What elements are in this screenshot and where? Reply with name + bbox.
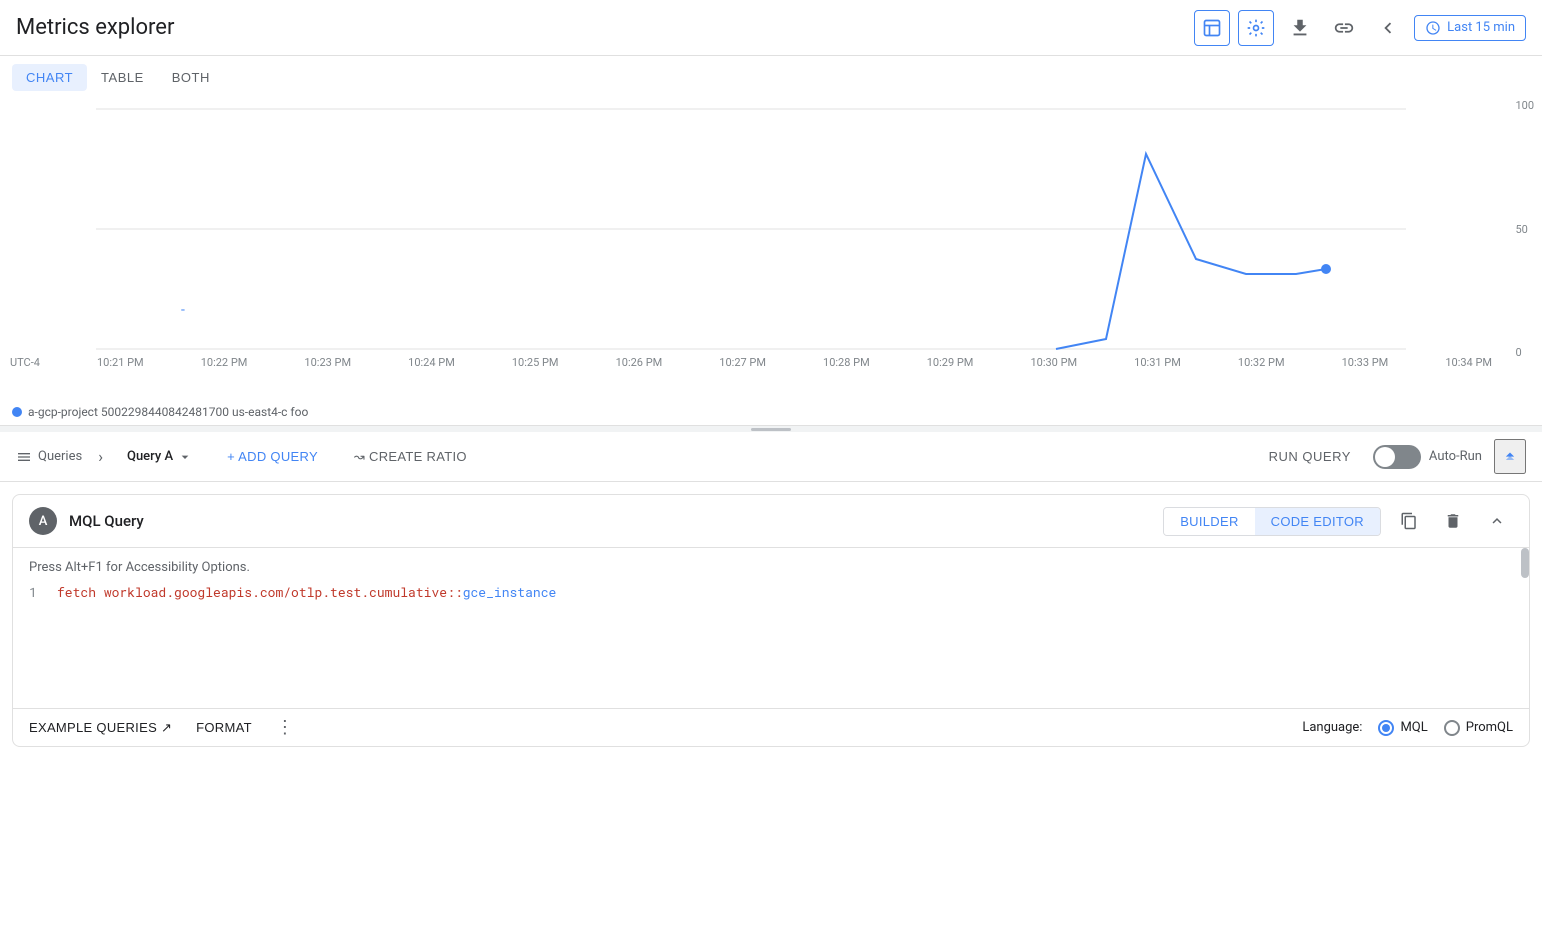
header-actions: Last 15 min (1194, 10, 1526, 46)
tab-table[interactable]: TABLE (87, 64, 158, 91)
time-range-selector[interactable]: Last 15 min (1414, 15, 1526, 41)
legend-label: a-gcp-project 5002298440842481700 us-eas… (28, 405, 308, 419)
code-line-1: 1 fetch workload.googleapis.com/otlp.tes… (29, 583, 1513, 601)
legend-color-dot (12, 407, 22, 417)
mql-radio-option[interactable]: MQL (1378, 720, 1427, 736)
run-query-button[interactable]: RUN QUERY (1259, 443, 1361, 470)
create-ratio-label: ↝ CREATE RATIO (354, 449, 467, 465)
auto-run-label: Auto-Run (1429, 449, 1482, 464)
query-dropdown-icon (177, 449, 193, 465)
language-selector: Language: MQL PromQL (1302, 720, 1513, 736)
query-selector[interactable]: Query A (119, 445, 201, 469)
editor-footer: EXAMPLE QUERIES ↗ FORMAT ⋮ Language: MQL… (13, 708, 1529, 746)
back-button[interactable] (1370, 10, 1406, 46)
add-query-label: + ADD QUERY (227, 449, 318, 464)
auto-run-toggle-container: Auto-Run (1373, 445, 1482, 469)
queries-right: RUN QUERY Auto-Run (1259, 439, 1526, 474)
mql-radio-button[interactable] (1378, 720, 1394, 736)
builder-view-button[interactable]: BUILDER (1164, 508, 1254, 535)
promql-radio-label: PromQL (1466, 720, 1513, 735)
code-double-colon: :: (447, 583, 463, 601)
chart-svg: - (0, 99, 1542, 359)
editor-title: MQL Query (69, 512, 144, 530)
query-name: Query A (127, 449, 173, 464)
view-tabs: CHART TABLE BOTH (0, 56, 1542, 99)
editor-body[interactable]: Press Alt+F1 for Accessibility Options. … (13, 548, 1529, 708)
toggle-thumb (1375, 447, 1395, 467)
download-button[interactable] (1282, 10, 1318, 46)
expand-view-button[interactable] (1194, 10, 1230, 46)
code-metric-name: workload.googleapis.com/otlp.test.cumula… (104, 583, 447, 601)
auto-run-toggle[interactable] (1373, 445, 1421, 469)
collapse-queries-button[interactable] (1494, 439, 1526, 474)
app-title: Metrics explorer (16, 15, 174, 40)
line-number-1: 1 (29, 583, 45, 601)
x-axis-labels: UTC-4 10:21 PM 10:22 PM 10:23 PM 10:24 P… (0, 356, 1502, 369)
code-fetch-keyword: fetch (57, 583, 104, 601)
delete-editor-button[interactable] (1437, 505, 1469, 537)
copy-editor-button[interactable] (1393, 505, 1425, 537)
mql-radio-label: MQL (1400, 720, 1427, 735)
resize-handle-bar (751, 428, 791, 431)
promql-radio-option[interactable]: PromQL (1444, 720, 1513, 736)
language-label: Language: (1302, 720, 1362, 735)
code-resource-type: gce_instance (463, 583, 557, 601)
example-queries-label: EXAMPLE QUERIES ↗ (29, 720, 172, 736)
promql-radio-button[interactable] (1444, 720, 1460, 736)
chart-canvas: 100 50 0 - UTC-4 10:21 PM 10:22 PM 10:23… (0, 99, 1542, 399)
code-editor-view-button[interactable]: CODE EDITOR (1255, 508, 1380, 535)
share-link-button[interactable] (1326, 10, 1362, 46)
queries-text: Queries (38, 449, 82, 464)
time-range-label: Last 15 min (1447, 20, 1515, 35)
tab-chart[interactable]: CHART (12, 64, 87, 91)
chart-legend: a-gcp-project 5002298440842481700 us-eas… (0, 399, 1542, 425)
format-label: FORMAT (196, 720, 252, 735)
more-options-button[interactable]: ⋮ (276, 717, 294, 738)
editor-header: A MQL Query BUILDER CODE EDITOR (13, 495, 1529, 548)
add-query-button[interactable]: + ADD QUERY (217, 443, 328, 470)
format-button[interactable]: FORMAT (196, 720, 252, 735)
code-content-1: fetch workload.googleapis.com/otlp.test.… (57, 583, 556, 601)
tab-both[interactable]: BOTH (158, 64, 224, 91)
query-badge: A (29, 507, 57, 535)
queries-label-group: Queries (16, 449, 82, 465)
mql-editor-section: A MQL Query BUILDER CODE EDITOR Press Al… (12, 494, 1530, 747)
collapse-editor-button[interactable] (1481, 505, 1513, 537)
create-ratio-button[interactable]: ↝ CREATE RATIO (344, 443, 477, 471)
scrollbar-thumb[interactable] (1521, 548, 1529, 578)
svg-text:-: - (181, 302, 185, 318)
chart-section: CHART TABLE BOTH 100 50 0 - UTC-4 (0, 56, 1542, 426)
queries-icon (16, 449, 32, 465)
accessibility-hint: Press Alt+F1 for Accessibility Options. (29, 560, 1513, 575)
breadcrumb-chevron: › (98, 447, 103, 466)
app-header: Metrics explorer (0, 0, 1542, 56)
run-query-label: RUN QUERY (1269, 449, 1351, 464)
queries-bar: Queries › Query A + ADD QUERY ↝ CREATE R… (0, 432, 1542, 482)
settings-button[interactable] (1238, 10, 1274, 46)
example-queries-button[interactable]: EXAMPLE QUERIES ↗ (29, 720, 172, 736)
editor-view-toggle: BUILDER CODE EDITOR (1163, 507, 1381, 536)
query-badge-letter: A (39, 514, 48, 529)
